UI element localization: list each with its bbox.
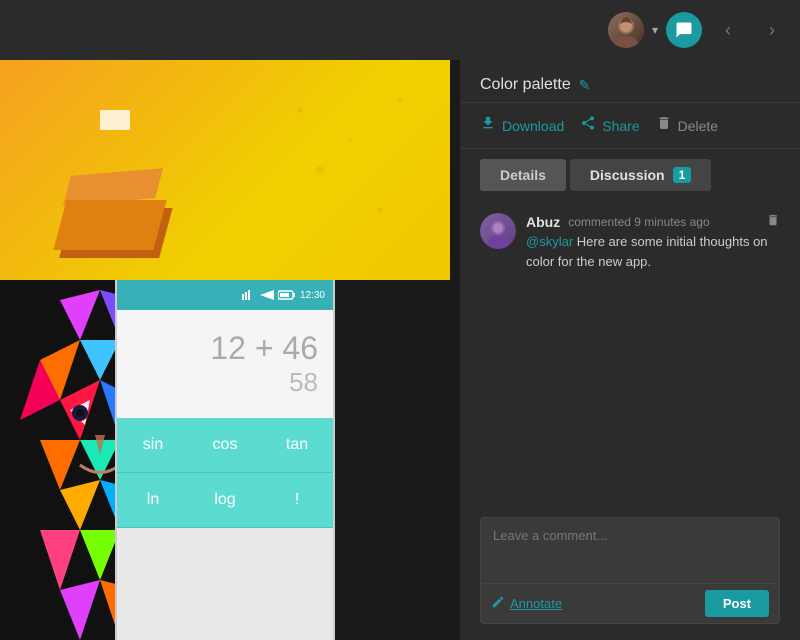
comment-header: Abuz commented 9 minutes ago	[526, 213, 780, 230]
comment-input-footer: Annotate Post	[481, 583, 779, 623]
share-icon	[580, 115, 596, 136]
comment-textarea[interactable]	[481, 518, 779, 578]
comment-section: Abuz commented 9 minutes ago @skylar Her…	[460, 201, 800, 517]
main-content: 12:30 12 + 46 58 sin cos tan ln log !	[0, 60, 450, 640]
top-nav: ▾ ‹ ›	[0, 0, 800, 60]
download-button[interactable]: Download	[480, 115, 564, 136]
comment-author: Abuz	[526, 214, 560, 230]
comment-text: @skylar Here are some initial thoughts o…	[526, 232, 780, 271]
calc-btn-tan[interactable]: tan	[261, 418, 333, 473]
comment-input-area: Annotate Post	[480, 517, 780, 624]
phone-status-bar: 12:30	[117, 280, 333, 310]
comment-avatar	[480, 213, 516, 249]
tab-discussion[interactable]: Discussion 1	[570, 159, 711, 191]
comment-delete-icon[interactable]	[766, 213, 780, 230]
phone-time: 12:30	[300, 290, 325, 301]
calc-btn-ln[interactable]: ln	[117, 473, 189, 528]
edit-icon[interactable]: ✎	[579, 77, 591, 94]
avatar[interactable]	[608, 12, 644, 48]
phone-calc-result: 58	[132, 367, 318, 398]
sidebar-title: Color palette	[480, 76, 571, 94]
calc-btn-cos[interactable]: cos	[189, 418, 261, 473]
download-icon	[480, 115, 496, 136]
tabs-row: Details Discussion 1	[460, 149, 800, 201]
comment-mention: @skylar	[526, 234, 573, 249]
delete-icon	[656, 115, 672, 136]
comment-meta: commented 9 minutes ago	[568, 215, 709, 229]
image-top	[0, 60, 450, 280]
prev-button[interactable]: ‹	[710, 12, 746, 48]
annotate-button[interactable]: Annotate	[491, 595, 562, 612]
phone-calc-buttons: sin cos tan ln log !	[117, 418, 333, 528]
calc-btn-excl[interactable]: !	[261, 473, 333, 528]
discussion-count-badge: 1	[673, 167, 692, 183]
comment-body: Abuz commented 9 minutes ago @skylar Her…	[526, 213, 780, 271]
comment-item: Abuz commented 9 minutes ago @skylar Her…	[480, 213, 780, 271]
share-button[interactable]: Share	[580, 115, 639, 136]
phone-mockup: 12:30 12 + 46 58 sin cos tan ln log !	[115, 280, 335, 640]
calc-btn-sin[interactable]: sin	[117, 418, 189, 473]
calc-btn-log[interactable]: log	[189, 473, 261, 528]
phone-calc-display: 12 + 46 58	[117, 310, 333, 418]
comments-nav-button[interactable]	[666, 12, 702, 48]
image-bottom: 12:30 12 + 46 58 sin cos tan ln log !	[0, 280, 450, 640]
annotate-icon	[491, 595, 505, 612]
post-button[interactable]: Post	[705, 590, 769, 617]
action-buttons: Download Share Delete	[460, 103, 800, 149]
phone-calc-expression: 12 + 46	[132, 330, 318, 367]
sidebar-header: Color palette ✎	[460, 60, 800, 103]
delete-button[interactable]: Delete	[656, 115, 718, 136]
next-button[interactable]: ›	[754, 12, 790, 48]
right-sidebar: Color palette ✎ Download Share Delete De…	[460, 60, 800, 640]
tab-details[interactable]: Details	[480, 159, 566, 191]
avatar-chevron[interactable]: ▾	[652, 23, 658, 37]
